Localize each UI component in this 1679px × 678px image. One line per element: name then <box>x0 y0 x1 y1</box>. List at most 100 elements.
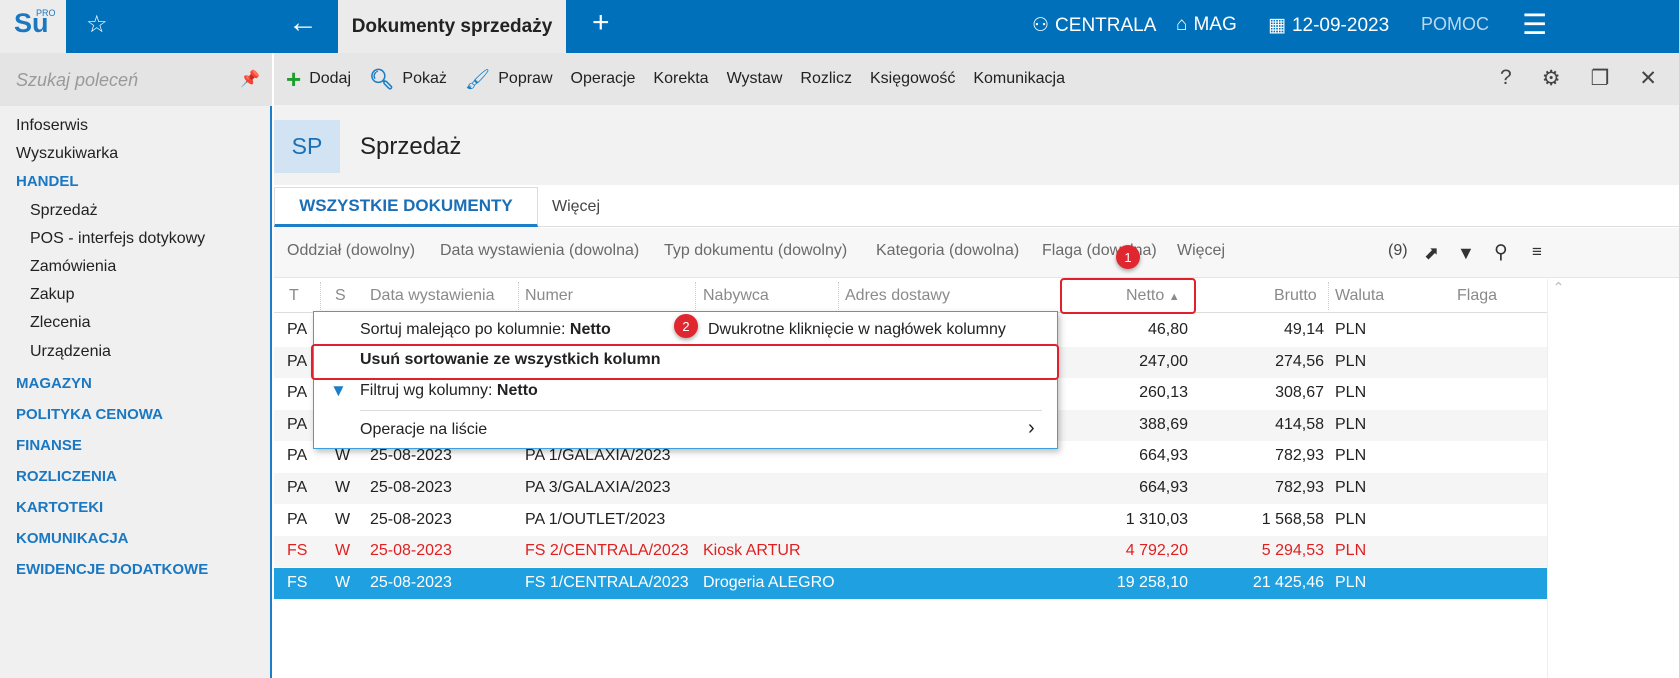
export-icon[interactable]: ⬈ <box>1424 243 1439 264</box>
column-header-s[interactable]: S <box>335 287 346 305</box>
sidebar-item[interactable]: Zlecenia <box>30 314 90 332</box>
column-divider[interactable] <box>518 282 519 310</box>
cell-currency: PLN <box>1335 510 1367 528</box>
back-arrow-icon[interactable]: ← <box>288 6 318 40</box>
menu-item-list-operations[interactable]: Operacje na liście <box>360 421 487 439</box>
cell-buyer: Drogeria ALEGRO <box>703 573 835 591</box>
sidebar-item[interactable]: EWIDENCJE DODATKOWE <box>16 561 208 578</box>
branch-selector[interactable]: ⚇ CENTRALA <box>1032 14 1156 37</box>
cell-date: 25-08-2023 <box>370 542 452 560</box>
filter-date[interactable]: Data wystawienia (dowolna) <box>440 242 639 260</box>
table-row[interactable]: PA W 25-08-2023 PA 3/GALAXIA/2023 664,93 782,… <box>274 473 1547 504</box>
menu-label: Sortuj malejąco po kolumnie: <box>360 321 570 338</box>
vertical-scrollbar[interactable]: ⌃ <box>1547 279 1569 678</box>
sidebar-item[interactable]: Zamówienia <box>30 258 116 276</box>
communication-label: Komunikacja <box>973 70 1065 87</box>
restore-window-icon[interactable]: ❐ <box>1591 66 1610 91</box>
cell-net: 1 310,03 <box>1125 510 1188 528</box>
column-divider[interactable] <box>695 282 696 310</box>
favorite-star-icon[interactable]: ☆ <box>86 10 108 39</box>
list-menu-icon[interactable]: ≡ <box>1532 242 1542 262</box>
sidebar-item[interactable]: HANDEL <box>16 173 79 190</box>
filter-category[interactable]: Kategoria (dowolna) <box>876 242 1019 260</box>
add-label: Dodaj <box>309 70 351 87</box>
sidebar-item[interactable]: Wyszukiwarka <box>16 145 118 163</box>
column-divider[interactable] <box>838 282 839 310</box>
new-tab-plus-icon[interactable]: + <box>592 6 610 40</box>
search-icon[interactable]: ⚲ <box>1494 241 1508 264</box>
sidebar-item[interactable]: ROZLICZENIA <box>16 468 117 485</box>
date-selector[interactable]: ▦ 12-09-2023 <box>1268 14 1389 37</box>
close-icon[interactable]: ✕ <box>1639 66 1657 91</box>
filter-funnel-icon[interactable]: ▼ <box>1457 243 1475 264</box>
cell-currency: PLN <box>1335 542 1367 560</box>
communication-button[interactable]: Komunikacja <box>973 70 1065 88</box>
highlight-remove-sorting <box>311 344 1059 380</box>
search-placeholder: Szukaj poleceń <box>16 70 139 90</box>
sidebar-item[interactable]: KOMUNIKACJA <box>16 530 129 547</box>
help-label: POMOC <box>1421 14 1490 34</box>
filter-doctype[interactable]: Typ dokumentu (dowolny) <box>664 242 847 260</box>
tab-more[interactable]: Więcej <box>552 198 600 216</box>
settle-button[interactable]: Rozlicz <box>800 70 852 88</box>
sidebar-item[interactable]: KARTOTEKI <box>16 499 103 516</box>
tab-all-documents[interactable]: WSZYSTKIE DOKUMENTY <box>274 187 538 227</box>
sidebar-item[interactable]: MAGAZYN <box>16 375 92 392</box>
sidebar-item[interactable]: POLITYKA CENOWA <box>16 406 163 423</box>
cell-t: PA <box>287 415 308 433</box>
sidebar-item[interactable]: Zakup <box>30 286 74 304</box>
accounting-button[interactable]: Księgowość <box>870 70 955 88</box>
table-row[interactable]: PA W 25-08-2023 PA 1/OUTLET/2023 1 310,03 1 5… <box>274 505 1547 536</box>
plus-icon: + <box>286 63 302 94</box>
help-link[interactable]: POMOC <box>1421 14 1489 35</box>
cell-net: 388,69 <box>1139 415 1188 433</box>
column-divider[interactable] <box>1328 282 1329 310</box>
cell-gross: 782,93 <box>1275 447 1324 465</box>
cell-net: 19 258,10 <box>1116 573 1188 591</box>
column-header-date[interactable]: Data wystawienia <box>370 287 495 305</box>
cell-date: 25-08-2023 <box>370 510 452 528</box>
cell-date: 25-08-2023 <box>370 447 452 465</box>
column-header-gross[interactable]: Brutto <box>1274 287 1317 305</box>
operations-button[interactable]: Operacje <box>571 70 636 88</box>
column-divider[interactable] <box>320 282 321 310</box>
column-header-t[interactable]: T <box>289 287 299 305</box>
warehouse-selector[interactable]: ⌂ MAG <box>1176 14 1237 36</box>
filter-more[interactable]: Więcej <box>1177 242 1225 260</box>
badge-number: 2 <box>682 318 690 334</box>
branch-label: CENTRALA <box>1055 14 1157 36</box>
sidebar-item[interactable]: POS - interfejs dotykowy <box>30 230 205 248</box>
menu-item-sort-descending[interactable]: Sortuj malejąco po kolumnie: Netto <box>360 321 611 339</box>
column-header-number[interactable]: Numer <box>525 287 573 305</box>
correction-button[interactable]: Korekta <box>653 70 708 88</box>
scroll-up-icon[interactable]: ⌃ <box>1553 279 1565 295</box>
correction-label: Korekta <box>653 70 709 87</box>
table-row[interactable]: FS W 25-08-2023 FS 1/CENTRALA/2023 Drogeria … <box>274 567 1547 599</box>
column-header-buyer[interactable]: Nabywca <box>703 287 769 305</box>
gear-icon[interactable]: ⚙ <box>1542 66 1561 91</box>
command-search-input[interactable]: Szukaj poleceń 📌 <box>0 53 272 106</box>
add-button[interactable]: + Dodaj <box>286 64 351 95</box>
tab-dokumenty-sprzedazy[interactable]: Dokumenty sprzedaży <box>338 0 566 53</box>
column-header-address[interactable]: Adres dostawy <box>845 287 950 305</box>
annotation-badge-1: 1 <box>1116 245 1140 269</box>
cell-t: PA <box>287 321 308 338</box>
edit-button[interactable]: 🖌︎ Popraw <box>465 67 553 92</box>
cell-number: PA 1/OUTLET/2023 <box>525 510 666 528</box>
calendar-icon: ▦ <box>1268 15 1286 36</box>
hamburger-menu-icon[interactable]: ☰ <box>1522 8 1547 41</box>
menu-item-filter-by-column[interactable]: Filtruj wg kolumny: Netto <box>360 382 538 400</box>
filter-branch[interactable]: Oddział (dowolny) <box>287 242 415 260</box>
issue-button[interactable]: Wystaw <box>727 70 783 88</box>
sidebar-item[interactable]: Urządzenia <box>30 343 111 361</box>
sidebar-item[interactable]: FINANSE <box>16 437 82 454</box>
sidebar-item[interactable]: Infoserwis <box>16 117 88 135</box>
sidebar-item[interactable]: Sprzedaż <box>30 202 98 220</box>
column-header-flag[interactable]: Flaga <box>1457 287 1497 305</box>
column-header-currency[interactable]: Waluta <box>1335 287 1384 305</box>
pin-icon[interactable]: 📌 <box>240 69 260 89</box>
help-icon[interactable]: ? <box>1500 66 1512 91</box>
table-row[interactable]: FS W 25-08-2023 FS 2/CENTRALA/2023 Kiosk ART… <box>274 536 1547 568</box>
show-button[interactable]: 🔍︎ Pokaż <box>369 67 447 92</box>
cell-date: 25-08-2023 <box>370 573 452 591</box>
